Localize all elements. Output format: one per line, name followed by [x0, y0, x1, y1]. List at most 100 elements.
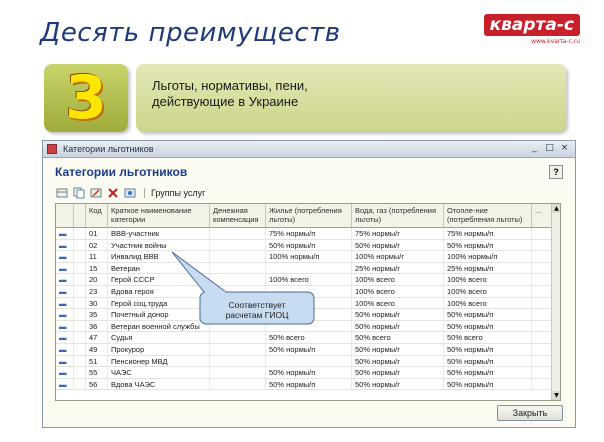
- row-marker-icon: ▬: [56, 343, 74, 355]
- close-window-button[interactable]: ×: [558, 143, 571, 155]
- table-row[interactable]: ▬ 02 Участник войны 50% нормы/п 50% нормы/г 5…: [56, 239, 560, 252]
- row-flag: [74, 274, 86, 285]
- cell-compensation: [210, 239, 266, 251]
- close-button[interactable]: Закрыть: [497, 405, 563, 421]
- cell-code: 49: [86, 343, 108, 355]
- window-title: Категории льготников: [63, 144, 154, 154]
- row-marker-icon: ▬: [56, 239, 74, 251]
- vertical-scrollbar[interactable]: ▲ ▼: [551, 204, 560, 400]
- cell-code: 15: [86, 262, 108, 274]
- table-row[interactable]: ▬ 47 Судья 50% всего 50% всего 50% всего: [56, 332, 560, 344]
- number-badge: 3: [44, 64, 128, 132]
- cell-heating: 75% нормы/п: [444, 228, 532, 239]
- scroll-down-icon[interactable]: ▼: [552, 391, 560, 400]
- cell-heating: 50% нормы/п: [444, 309, 532, 320]
- cell-housing: [266, 355, 352, 367]
- cell-name: Герой СССР: [108, 274, 210, 285]
- number-badge-value: 3: [65, 63, 107, 133]
- header-name[interactable]: Краткое наименование категории: [108, 204, 210, 227]
- cell-code: 20: [86, 274, 108, 285]
- scroll-up-icon[interactable]: ▲: [552, 204, 560, 213]
- maximize-button[interactable]: □: [543, 143, 556, 155]
- header-water-gas[interactable]: Вода, газ (потребления льготы): [352, 204, 444, 227]
- cell-water-gas: 100% всего: [352, 297, 444, 309]
- cell-code: 11: [86, 251, 108, 262]
- cell-heating: 100% всего: [444, 297, 532, 309]
- app-icon: [47, 144, 57, 154]
- table-row[interactable]: ▬ 11 Инвалид ВВВ 100% нормы/п 100% нормы/г 10…: [56, 251, 560, 263]
- table-row[interactable]: ▬ 51 Пенсионер МВД 50% нормы/г 50% нормы/п: [56, 355, 560, 368]
- help-button[interactable]: ?: [549, 165, 563, 179]
- cell-housing: 75% нормы/п: [266, 228, 352, 239]
- table-row[interactable]: ▬ 01 ВВВ-участник 75% нормы/п 75% нормы/г 75%…: [56, 228, 560, 240]
- row-flag: [74, 332, 86, 343]
- cell-water-gas: 100% нормы/г: [352, 251, 444, 262]
- cell-water-gas: 75% нормы/г: [352, 228, 444, 239]
- table-row[interactable]: ▬ 15 Ветеран 25% нормы/г 25% нормы/п: [56, 262, 560, 275]
- window-titlebar[interactable]: Категории льготников _ □ ×: [43, 141, 575, 158]
- cell-code: 35: [86, 309, 108, 320]
- cell-name: Вдова героя: [108, 285, 210, 297]
- add-row-icon[interactable]: [55, 186, 69, 200]
- row-marker-icon: ▬: [56, 274, 74, 285]
- cell-water-gas: 50% всего: [352, 332, 444, 343]
- callout-line-2: расчетам ГИОЦ: [225, 310, 289, 320]
- cell-housing: 50% всего: [266, 332, 352, 343]
- row-marker-icon: ▬: [56, 251, 74, 262]
- cell-name: Вдова ЧАЭС: [108, 378, 210, 390]
- row-flag: [74, 378, 86, 390]
- cell-name: Герой соц.труда: [108, 297, 210, 309]
- row-marker-icon: ▬: [56, 367, 74, 378]
- cell-water-gas: 25% нормы/г: [352, 262, 444, 274]
- cell-water-gas: 50% нормы/г: [352, 309, 444, 320]
- row-flag: [74, 285, 86, 297]
- cell-heating: 25% нормы/п: [444, 262, 532, 274]
- cell-name: Инвалид ВВВ: [108, 251, 210, 262]
- cell-name: Судья: [108, 332, 210, 343]
- cell-compensation: [210, 228, 266, 239]
- logo-text: кварта-с: [483, 14, 580, 36]
- table-row[interactable]: ▬ 49 Прокурор 50% нормы/п 50% нормы/г 50% нор…: [56, 343, 560, 356]
- cell-water-gas: 50% нормы/г: [352, 367, 444, 378]
- slide-title: Десять преимуществ: [40, 18, 341, 48]
- row-marker-icon: ▬: [56, 378, 74, 390]
- table-row[interactable]: ▬ 55 ЧАЭС 50% нормы/п 50% нормы/г 50% нормы/п: [56, 367, 560, 379]
- header-heating[interactable]: Отопле-ние (потребления льготы): [444, 204, 532, 227]
- groups-button[interactable]: Группы услуг: [144, 188, 208, 198]
- header-code[interactable]: Код: [86, 204, 108, 227]
- cell-name: Почетный донор: [108, 309, 210, 320]
- header-compensation[interactable]: Денежная компенсация: [210, 204, 266, 227]
- delete-row-icon[interactable]: [106, 186, 120, 200]
- description-line-2: действующие в Украине: [152, 94, 299, 109]
- cell-water-gas: 50% нормы/г: [352, 239, 444, 251]
- row-marker-icon: ▬: [56, 262, 74, 274]
- header-housing[interactable]: Жилье (потребления льготы): [266, 204, 352, 227]
- cell-heating: 50% нормы/п: [444, 239, 532, 251]
- cell-water-gas: 50% нормы/г: [352, 343, 444, 355]
- cell-code: 51: [86, 355, 108, 367]
- cell-code: 56: [86, 378, 108, 390]
- cell-name: ЧАЭС: [108, 367, 210, 378]
- table-row[interactable]: ▬ 20 Герой СССР 100% всего 100% всего 100% вс…: [56, 274, 560, 286]
- copy-row-icon[interactable]: [72, 186, 86, 200]
- row-flag: [74, 297, 86, 309]
- toolbar: Группы услуг: [55, 185, 208, 201]
- cell-code: 23: [86, 285, 108, 297]
- cell-water-gas: 50% нормы/г: [352, 320, 444, 332]
- cell-heating: 50% нормы/п: [444, 378, 532, 390]
- cell-heating: 50% нормы/п: [444, 355, 532, 367]
- table-row[interactable]: ▬ 56 Вдова ЧАЭС 50% нормы/п 50% нормы/г 50% н…: [56, 378, 560, 391]
- cell-housing: 100% нормы/п: [266, 251, 352, 262]
- row-marker-icon: ▬: [56, 297, 74, 309]
- row-flag: [74, 355, 86, 367]
- cell-code: 47: [86, 332, 108, 343]
- app-window: Категории льготников _ □ × Категории льг…: [42, 140, 576, 428]
- cell-housing: 50% нормы/п: [266, 367, 352, 378]
- row-flag: [74, 367, 86, 378]
- row-marker-icon: ▬: [56, 320, 74, 332]
- cell-heating: 100% нормы/п: [444, 251, 532, 262]
- refresh-icon[interactable]: [123, 186, 137, 200]
- edit-row-icon[interactable]: [89, 186, 103, 200]
- cell-compensation: [210, 262, 266, 274]
- minimize-button[interactable]: _: [528, 143, 541, 155]
